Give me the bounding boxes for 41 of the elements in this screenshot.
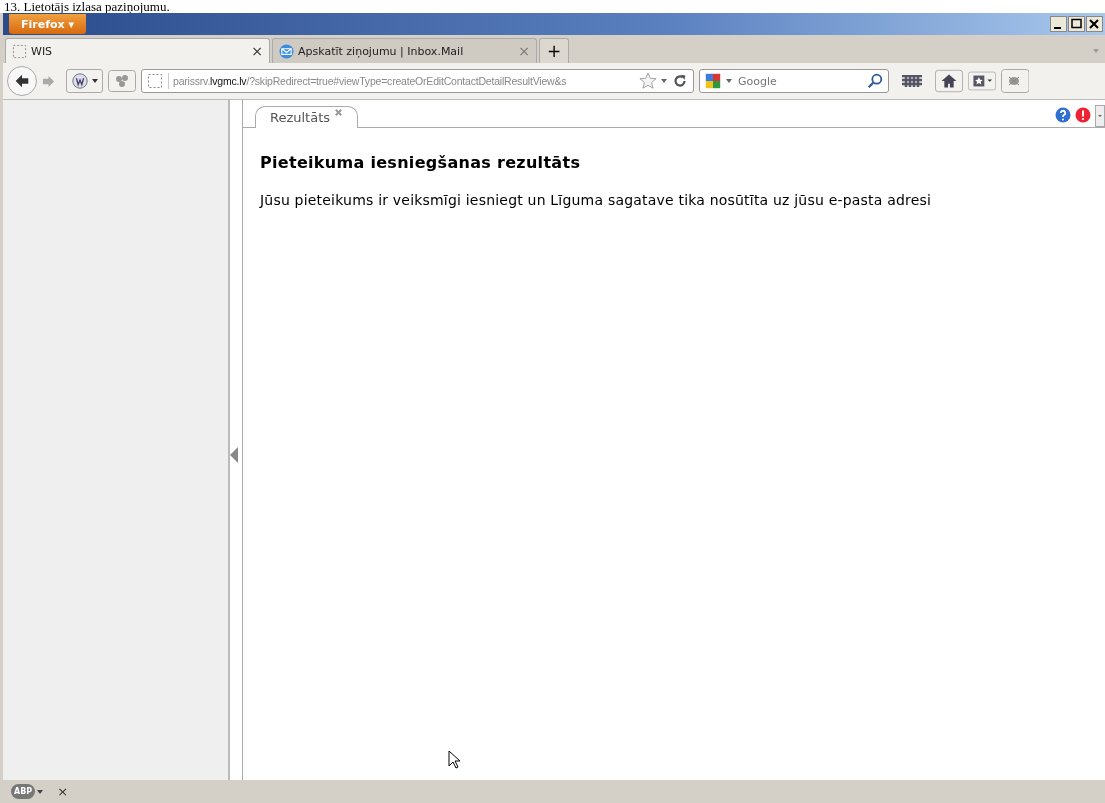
document-caption: 13. Lietotājs izlasa paziņojumu. (3, 0, 171, 13)
dropdown-arrow-icon[interactable] (661, 79, 667, 83)
star-icon[interactable] (639, 72, 657, 90)
alert-icon[interactable] (1075, 107, 1091, 123)
address-bar[interactable]: parissrv.lvgmc.lv/?skipRedirect=true#viewType=createOrEditContactDetailResultView&s (141, 69, 694, 93)
browser-tab[interactable]: Apskatīt ziņojumu | Inbox.Mail × (272, 38, 537, 63)
dropdown-arrow-icon[interactable] (37, 789, 44, 794)
addon-button[interactable] (66, 69, 103, 93)
help-icon[interactable] (1055, 107, 1071, 123)
new-tab-button[interactable]: + (539, 38, 569, 63)
mouse-cursor-icon (448, 750, 460, 770)
tab-title: Rezultāts (270, 110, 331, 125)
reload-icon[interactable] (671, 72, 689, 90)
grid-icon[interactable] (902, 75, 922, 87)
search-input[interactable]: Google (736, 73, 862, 89)
browser-tab[interactable]: WIS × (5, 38, 270, 63)
home-icon[interactable] (935, 69, 963, 93)
minimize-icon[interactable] (1050, 16, 1067, 32)
search-engine-icon[interactable] (704, 72, 722, 90)
circles-icon[interactable] (108, 69, 136, 93)
tab-title: Apskatīt ziņojumu | Inbox.Mail (298, 44, 465, 58)
addon-logo-icon (71, 72, 89, 90)
close-icon[interactable] (1086, 16, 1103, 32)
dropdown-arrow-icon[interactable] (726, 79, 732, 83)
back-button[interactable] (7, 66, 37, 96)
back-arrow-icon (13, 72, 31, 90)
result-heading: Pieteikuma iesniegšanas rezultāts (260, 153, 582, 172)
bookmarks-icon[interactable] (968, 69, 996, 93)
search-bar[interactable]: Google (699, 69, 889, 93)
dropdown-arrow-icon (92, 79, 98, 83)
adblock-button[interactable]: ABP (11, 784, 36, 799)
tab-close-button[interactable]: × (251, 43, 263, 59)
envelope-icon (279, 43, 294, 59)
maximize-icon[interactable] (1068, 16, 1085, 32)
result-message: Jūsu pieteikums ir veiksmīgi iesniegt un Līguma sagatave tika nosūtīta uz jūsu e-pasta adresi (260, 192, 933, 208)
search-icon[interactable] (866, 72, 884, 90)
collapse-arrow-icon[interactable] (230, 447, 238, 463)
page-tab[interactable]: Rezultāts (255, 106, 359, 128)
close-button[interactable]: × (57, 784, 69, 799)
blank-page-icon (12, 43, 27, 59)
tab-title: WIS (31, 44, 54, 58)
